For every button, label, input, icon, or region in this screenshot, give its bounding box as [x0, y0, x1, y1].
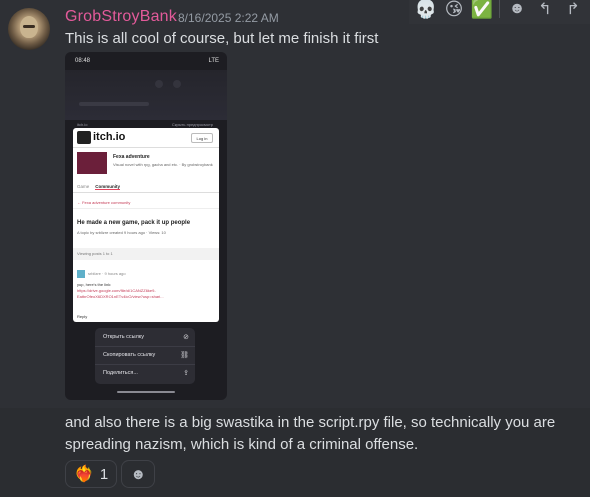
tab-game: Game: [77, 184, 90, 189]
reply-link: Reply: [77, 314, 88, 319]
reaction-heart-on-fire[interactable]: ❤‍🔥 1: [65, 460, 118, 488]
blurred-background: [65, 70, 227, 120]
home-indicator: [117, 391, 175, 393]
image-attachment[interactable]: 08:48 LTE itch.io Скрыть предпросмотр it…: [65, 52, 227, 400]
phone-signal: LTE: [208, 58, 219, 64]
viewing-bar: Viewing posts 1 to 1: [73, 248, 219, 260]
blur-shape: [173, 80, 181, 88]
hide-preview-label: Скрыть предпросмотр: [171, 122, 213, 127]
menu-item-open-link: Открыть ссылку ⊘: [95, 329, 195, 346]
game-thumbnail: [77, 152, 107, 174]
reply-icon[interactable]: ↰: [534, 0, 556, 20]
skull-emoji-button[interactable]: 💀: [415, 0, 437, 20]
message-text: This is all cool of course, but let me f…: [65, 30, 379, 47]
context-menu: Открыть ссылку ⊘ Скопировать ссылку ⛓ По…: [95, 328, 195, 384]
heart-on-fire-emoji: ❤‍🔥: [74, 466, 94, 483]
followup-message-text: and also there is a big swastika in the …: [65, 414, 556, 453]
phone-time: 08:48: [75, 58, 91, 64]
menu-item-copy-link: Скопировать ссылку ⛓: [95, 347, 195, 364]
menu-item-label: Открыть ссылку: [103, 334, 145, 340]
forward-icon[interactable]: ↱: [562, 0, 584, 20]
username[interactable]: GrobStroyBank: [65, 8, 177, 26]
share-icon: ⇪: [183, 370, 189, 377]
phone-status-bar: 08:48 LTE: [65, 52, 227, 70]
blur-line: [79, 102, 149, 106]
game-tabs: Game Community: [77, 184, 121, 190]
timestamp[interactable]: 8/16/2025 2:22 AM: [178, 11, 279, 25]
tab-divider: [73, 192, 219, 193]
itch-logo-icon: [77, 131, 91, 144]
post-user: srblizre · 9 hours ago: [88, 271, 126, 276]
kiss-emoji-button[interactable]: 😘: [443, 0, 465, 20]
post-link: https://drive.google.com/file/d/1CANZZ6k…: [77, 288, 164, 299]
menu-item-share: Поделиться... ⇪: [95, 365, 195, 382]
game-title: Fexa adventure: [113, 154, 150, 160]
avatar[interactable]: [8, 8, 50, 50]
link-icon: ⛓: [180, 352, 189, 359]
reaction-count: 1: [99, 465, 109, 483]
compass-icon: ⊘: [183, 334, 189, 341]
toolbar-divider: [499, 0, 500, 18]
add-reaction-icon: ☻: [130, 465, 147, 483]
avatar-eyes: [23, 25, 35, 28]
breadcrumb: ← Fexa adventure community: [77, 200, 131, 205]
breadcrumb-divider: [73, 208, 219, 209]
tab-community: Community: [95, 184, 121, 190]
add-reaction-icon[interactable]: ☻: [506, 0, 528, 20]
add-reaction-button[interactable]: ☻: [121, 460, 156, 488]
topic-title: He made a new game, pack it up people: [77, 220, 191, 226]
post-avatar: [77, 270, 85, 278]
check-emoji-button[interactable]: ✅: [471, 0, 493, 20]
game-description: Visual novel with rpg, gacha and etc. · …: [113, 162, 213, 167]
message-toolbar: 💀 😘 ✅ ☻ ↰ ↱: [409, 0, 590, 24]
itch-logo-text: itch.io: [93, 131, 126, 143]
menu-item-label: Поделиться...: [103, 370, 138, 376]
login-button: Log in: [191, 133, 213, 143]
blur-shape: [155, 80, 163, 88]
menu-item-label: Скопировать ссылку: [103, 352, 156, 358]
post-body: yup, here's the link: https://drive.goog…: [77, 282, 215, 300]
topic-meta: A topic by srblizre created 9 hours ago …: [77, 230, 166, 235]
link-preview-card: itch.io Log in Fexa adventure Visual nov…: [73, 128, 219, 322]
reactions-bar: ❤‍🔥 1 ☻: [65, 460, 156, 488]
preview-domain: itch.io: [77, 122, 88, 127]
